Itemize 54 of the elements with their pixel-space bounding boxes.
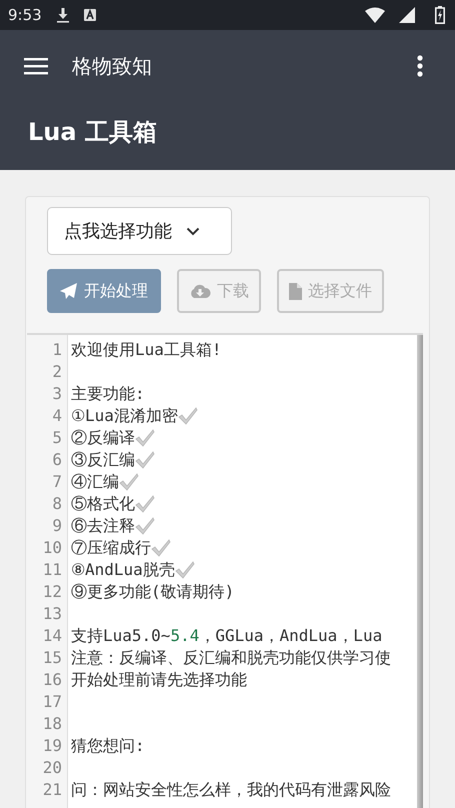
line-number: 3 bbox=[51, 383, 63, 405]
app-title: 格物致知 bbox=[72, 52, 152, 80]
code-line: ①Lua混淆加密 bbox=[71, 405, 178, 427]
function-dropdown[interactable]: 点我选择功能 bbox=[47, 207, 232, 255]
code-line: 猜您想问: bbox=[71, 735, 145, 757]
line-number: 10 bbox=[42, 537, 63, 559]
line-number: 12 bbox=[42, 581, 63, 603]
code-line: ⑥去注释 bbox=[71, 515, 135, 537]
code-line: 主要功能: bbox=[71, 383, 145, 405]
cloud-download-icon bbox=[189, 283, 211, 299]
chevron-down-icon bbox=[186, 226, 200, 236]
line-number: 11 bbox=[42, 559, 63, 581]
line-number: 15 bbox=[42, 647, 63, 669]
line-number: 8 bbox=[51, 493, 63, 515]
download-icon bbox=[56, 7, 70, 23]
line-number: 1 bbox=[51, 339, 63, 361]
menu-icon[interactable] bbox=[24, 57, 48, 75]
font-icon bbox=[84, 9, 96, 21]
line-number: 5 bbox=[51, 427, 63, 449]
code-line: ⑨更多功能(敬请期待) bbox=[71, 581, 234, 603]
code-line: ⑧AndLua脱壳 bbox=[71, 559, 175, 581]
paper-plane-icon bbox=[60, 283, 78, 299]
start-button[interactable]: 开始处理 bbox=[47, 269, 161, 313]
line-number: 17 bbox=[42, 691, 63, 713]
code-line: ⑦压缩成行 bbox=[71, 537, 151, 559]
line-number: 2 bbox=[51, 361, 63, 383]
line-number: 13 bbox=[42, 603, 63, 625]
code-line: ③反汇编 bbox=[71, 449, 135, 471]
line-number: 14 bbox=[42, 625, 63, 647]
line-number: 6 bbox=[51, 449, 63, 471]
line-number: 20 bbox=[42, 757, 63, 779]
line-number: 18 bbox=[42, 713, 63, 735]
battery-icon bbox=[435, 6, 445, 24]
code-line: 问：网站安全性怎么样，我的代码有泄露风险 bbox=[71, 779, 391, 801]
code-line: ②反编译 bbox=[71, 427, 135, 449]
code-line: 开始处理前请先选择功能 bbox=[71, 669, 247, 691]
more-icon[interactable] bbox=[417, 55, 423, 77]
line-number: 4 bbox=[51, 405, 63, 427]
code-line: 注意：反编译、反汇编和脱壳功能仅供学习使 bbox=[71, 647, 391, 669]
line-number: 7 bbox=[51, 471, 63, 493]
line-number: 16 bbox=[42, 669, 63, 691]
file-icon bbox=[289, 282, 302, 300]
code-editor[interactable] bbox=[27, 333, 423, 808]
code-line: ⑤格式化 bbox=[71, 493, 135, 515]
code-line: 欢迎使用Lua工具箱! bbox=[71, 339, 222, 361]
page-title: Lua 工具箱 bbox=[27, 117, 157, 148]
code-line: 支持Lua5.0~5.4，GGLua，AndLua，Lua bbox=[71, 625, 382, 647]
signal-icon bbox=[399, 7, 415, 23]
line-number: 21 bbox=[42, 779, 63, 801]
code-line: ④汇编 bbox=[71, 471, 119, 493]
wifi-icon bbox=[365, 7, 385, 23]
status-time: 9:53 bbox=[8, 6, 42, 24]
line-number: 19 bbox=[42, 735, 63, 757]
line-number: 9 bbox=[51, 515, 63, 537]
